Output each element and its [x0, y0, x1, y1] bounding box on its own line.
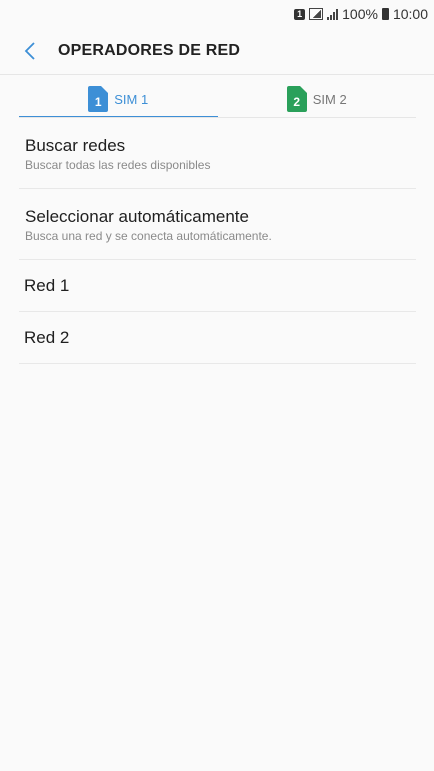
sim-card-icon: 2 [286, 86, 307, 112]
sim-card-number: 2 [293, 95, 301, 109]
list-item-red-2[interactable]: Red 2 [19, 312, 416, 364]
sim-card-number: 1 [94, 95, 102, 109]
battery-icon [381, 8, 389, 20]
list-item-title: Red 2 [24, 327, 70, 347]
tab-sim-2[interactable]: 2 SIM 2 [218, 80, 417, 118]
app-bar: OPERADORES DE RED [0, 28, 434, 74]
sim-indicator-icon: 1 [294, 8, 306, 20]
sim-card-icon: 1 [88, 86, 109, 112]
chevron-left-icon [24, 42, 35, 60]
sim-tabs: 1 SIM 1 2 SIM 2 [19, 80, 416, 118]
settings-list: Buscar redes Buscar todas las redes disp… [19, 118, 416, 364]
tab-label: SIM 2 [312, 91, 347, 107]
list-item-title: Buscar redes [25, 136, 126, 155]
tab-label: SIM 1 [114, 91, 149, 107]
tab-sim-1[interactable]: 1 SIM 1 [19, 80, 218, 118]
clock: 10:00 [392, 6, 428, 22]
app-bar-divider [0, 74, 434, 75]
list-item-subtitle: Busca una red y se conecta automáticamen… [25, 229, 272, 243]
list-item-red-1[interactable]: Red 1 [19, 260, 416, 312]
network-type-icon [309, 8, 324, 20]
battery-percent: 100% [342, 6, 378, 22]
list-item-title: Seleccionar automáticamente [25, 207, 249, 226]
status-bar: 1 100% 10:00 [0, 0, 434, 28]
signal-bars-icon [327, 8, 339, 20]
list-item-buscar-redes[interactable]: Buscar redes Buscar todas las redes disp… [19, 118, 416, 189]
list-item-title: Red 1 [24, 275, 70, 295]
back-button[interactable] [20, 41, 40, 61]
page-title: OPERADORES DE RED [58, 42, 241, 59]
list-item-subtitle: Buscar todas las redes disponibles [25, 158, 211, 172]
list-item-seleccionar-automaticamente[interactable]: Seleccionar automáticamente Busca una re… [19, 189, 416, 260]
